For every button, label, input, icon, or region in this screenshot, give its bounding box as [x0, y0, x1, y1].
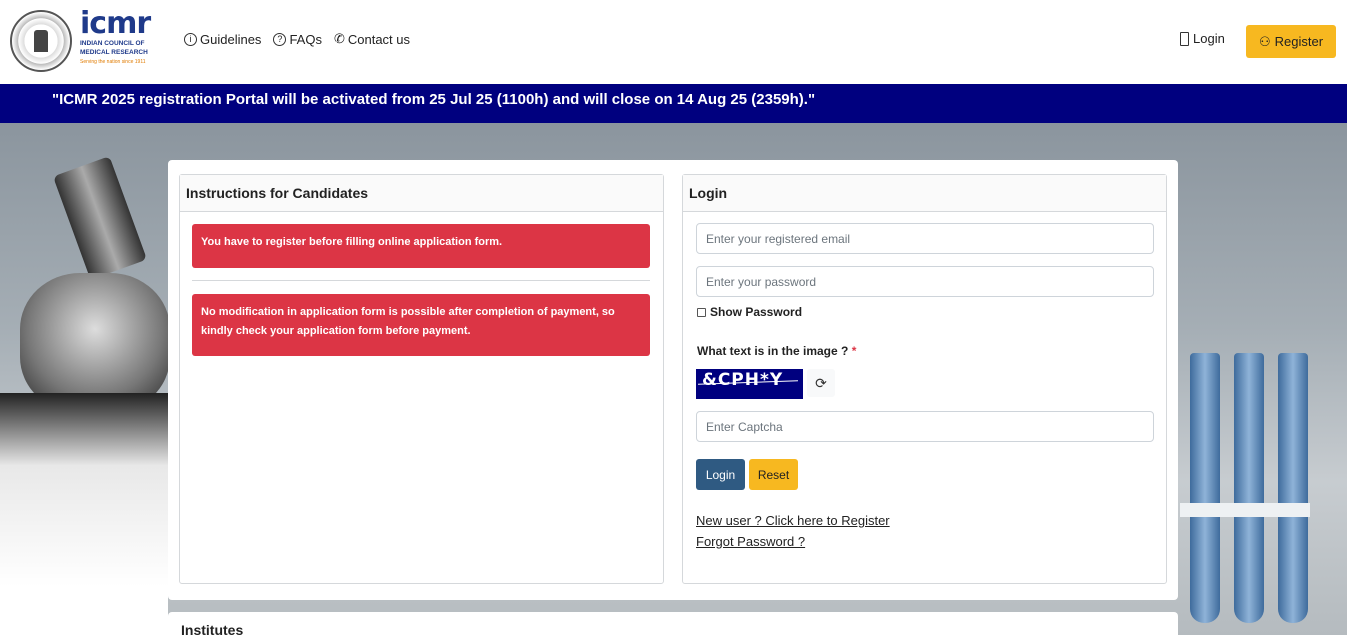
instruction-alert: No modification in application form is p…: [192, 294, 650, 356]
logo-line2: MEDICAL RESEARCH: [80, 49, 148, 56]
logo-brand: icmr: [80, 6, 151, 41]
instructions-panel: Instructions for Candidates You have to …: [179, 174, 664, 584]
state-emblem-logo: [10, 10, 72, 72]
microscope-image: [0, 393, 168, 635]
show-password-toggle[interactable]: Show Password: [697, 305, 802, 319]
refresh-captcha-icon[interactable]: ⟳: [807, 369, 835, 397]
tube-rack-image: [1180, 503, 1310, 517]
test-tube-image: [1278, 353, 1308, 623]
divider: [192, 280, 650, 281]
password-field[interactable]: [696, 266, 1154, 297]
test-tube-image: [1190, 353, 1220, 623]
captcha-text: &CPH*Y: [702, 370, 784, 390]
nav-faqs[interactable]: ? FAQs: [273, 31, 322, 47]
logo-line1: INDIAN COUNCIL OF: [80, 40, 145, 47]
test-tube-image: [1234, 353, 1264, 623]
login-title: Login: [683, 175, 1166, 212]
info-icon: i: [184, 32, 197, 46]
add-user-icon: ⚇: [1258, 33, 1271, 49]
show-password-checkbox[interactable]: [697, 307, 706, 317]
question-icon: ?: [273, 32, 287, 46]
login-button[interactable]: Login: [696, 459, 745, 490]
door-icon: [1180, 31, 1189, 46]
header-login-link[interactable]: Login: [1180, 31, 1225, 46]
announcement-banner: "ICMR 2025 registration Portal will be a…: [0, 84, 1347, 123]
site-header: icmr INDIAN COUNCIL OF MEDICAL RESEARCH …: [0, 0, 1347, 84]
email-field[interactable]: [696, 223, 1154, 254]
required-mark: *: [851, 344, 857, 358]
captcha-image: &CPH*Y: [696, 369, 803, 399]
logo-tagline: Serving the nation since 1911: [80, 59, 146, 65]
main-card: Instructions for Candidates You have to …: [168, 160, 1178, 600]
institutes-section-title: Institutes: [168, 612, 1178, 635]
nav-contact[interactable]: ✆ Contact us: [334, 31, 410, 47]
microscope-image: [20, 273, 170, 413]
captcha-label-text: What text is in the image ?: [697, 344, 849, 358]
top-nav: i Guidelines ? FAQs ✆ Contact us: [184, 31, 410, 47]
reset-button[interactable]: Reset: [749, 459, 798, 490]
nav-guidelines-label: Guidelines: [200, 31, 262, 47]
header-login-label: Login: [1193, 31, 1225, 46]
register-link[interactable]: New user ? Click here to Register: [696, 513, 890, 528]
captcha-label: What text is in the image ? *: [697, 344, 856, 358]
nav-contact-label: Contact us: [347, 31, 411, 47]
forgot-password-link[interactable]: Forgot Password ?: [696, 534, 805, 549]
nav-faqs-label: FAQs: [289, 31, 322, 47]
phone-icon: ✆: [333, 31, 345, 46]
icmr-logo[interactable]: icmr INDIAN COUNCIL OF MEDICAL RESEARCH …: [80, 9, 160, 66]
captcha-input[interactable]: [696, 411, 1154, 442]
instructions-title: Instructions for Candidates: [180, 175, 663, 212]
show-password-label: Show Password: [710, 305, 803, 319]
nav-guidelines[interactable]: i Guidelines: [184, 31, 261, 47]
login-panel: Login Show Password What text is in the …: [682, 174, 1167, 584]
microscope-image: [52, 156, 148, 280]
instruction-alert: You have to register before filling onli…: [192, 224, 650, 268]
header-register-button[interactable]: ⚇ Register: [1246, 25, 1336, 58]
banner-text: "ICMR 2025 registration Portal will be a…: [52, 91, 816, 108]
header-register-label: Register: [1274, 34, 1324, 49]
